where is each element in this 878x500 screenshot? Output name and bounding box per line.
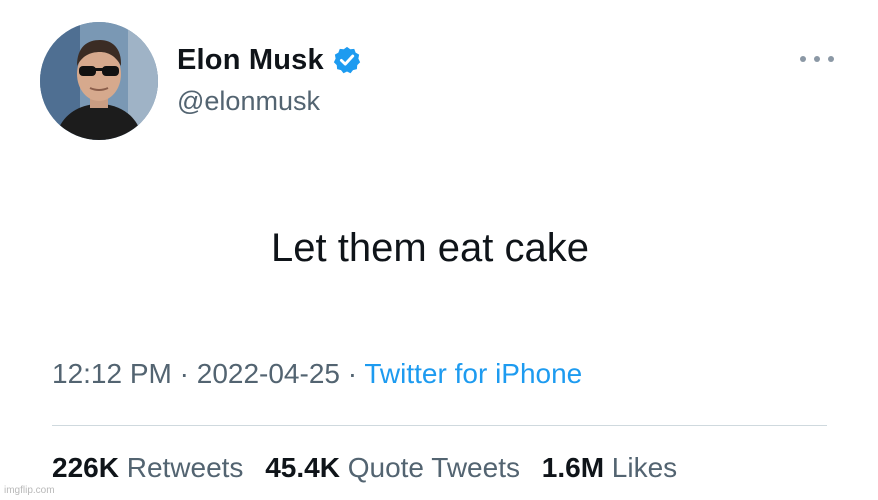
avatar[interactable] (40, 22, 158, 140)
verified-badge-icon (332, 45, 362, 75)
tweet-meta: 12:12 PM · 2022-04-25 · Twitter for iPho… (52, 358, 582, 390)
quote-tweets-count: 45.4K (265, 452, 340, 483)
author-handle[interactable]: @elonmusk (177, 86, 320, 117)
likes-stat[interactable]: 1.6M Likes (542, 452, 677, 483)
meta-separator: · (179, 358, 189, 389)
tweet-stats: 226K Retweets 45.4K Quote Tweets 1.6M Li… (52, 452, 691, 484)
avatar-photo (40, 22, 158, 140)
quote-tweets-stat[interactable]: 45.4K Quote Tweets (265, 452, 528, 483)
tweet-date[interactable]: 2022-04-25 (197, 358, 340, 389)
retweets-stat[interactable]: 226K Retweets (52, 452, 251, 483)
retweets-count: 226K (52, 452, 119, 483)
more-dot (800, 56, 806, 62)
tweet-time[interactable]: 12:12 PM (52, 358, 172, 389)
author-name[interactable]: Elon Musk (177, 44, 324, 77)
divider (52, 425, 827, 426)
author-name-row: Elon Musk (177, 42, 362, 78)
quote-tweets-label: Quote Tweets (347, 452, 520, 483)
more-dot (828, 56, 834, 62)
more-dot (814, 56, 820, 62)
meta-separator: · (347, 358, 358, 389)
likes-label: Likes (611, 452, 678, 483)
watermark: imgflip.com (4, 485, 55, 496)
likes-count: 1.6M (541, 452, 605, 483)
more-options-icon[interactable] (800, 52, 834, 66)
tweet-text: Let them eat cake (271, 226, 589, 270)
tweet-source-link[interactable]: Twitter for iPhone (364, 358, 582, 389)
retweets-label: Retweets (126, 452, 244, 483)
